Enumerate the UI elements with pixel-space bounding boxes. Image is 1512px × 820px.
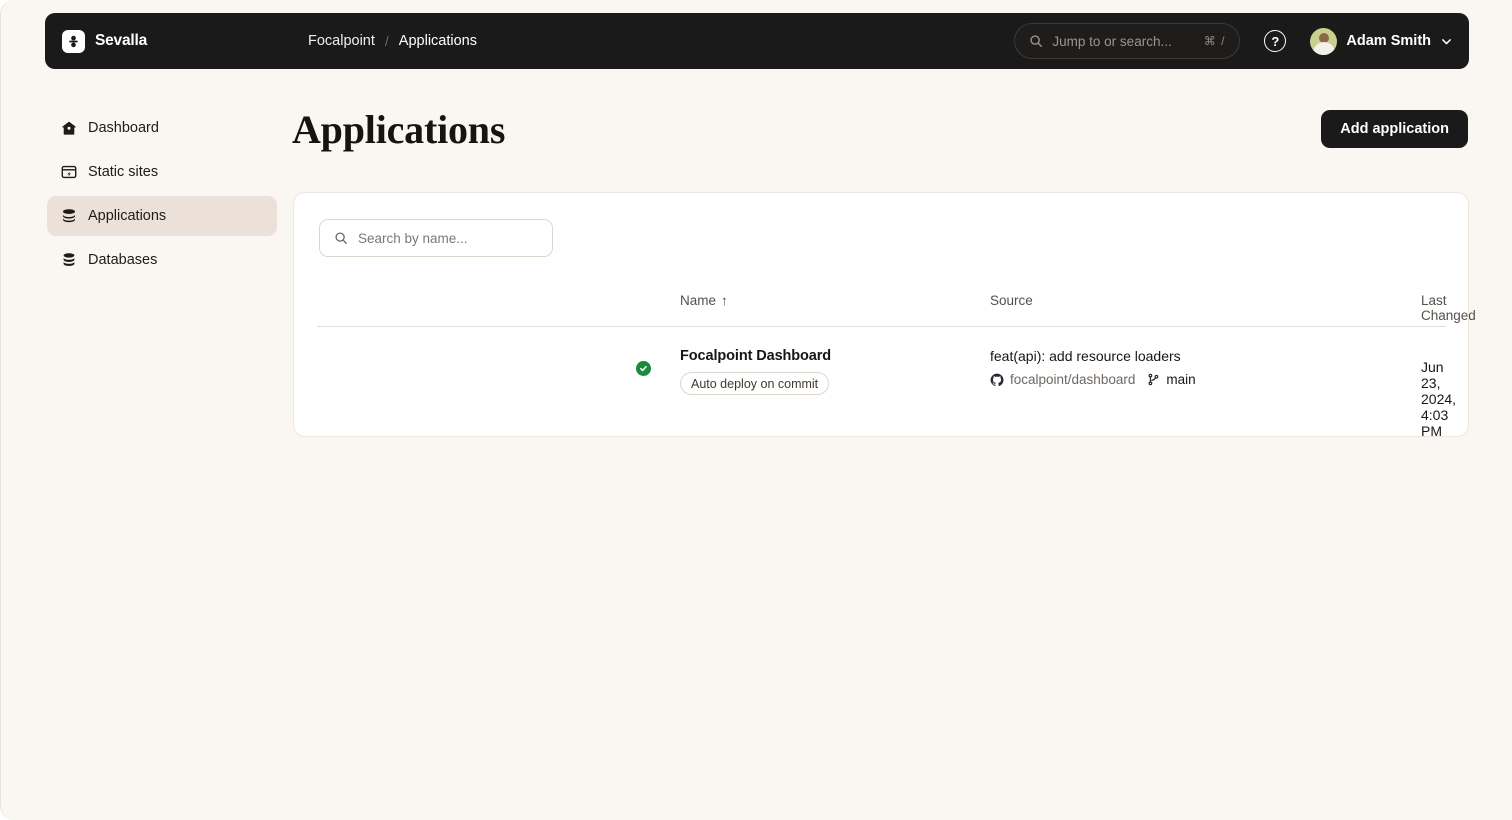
column-header-label: Source [990,293,1033,308]
sidebar-item-label: Applications [88,208,167,224]
auto-deploy-badge: Auto deploy on commit [680,372,830,395]
global-search-placeholder: Jump to or search... [1052,33,1172,49]
search-input-placeholder: Search by name... [358,230,468,246]
branch-name: main [1166,372,1196,387]
topbar-right-cluster: Jump to or search... ⌘ / ? Adam Smith [1014,23,1453,59]
chevron-down-icon [1440,35,1453,48]
application-name[interactable]: Focalpoint Dashboard [680,348,831,364]
breadcrumb-item-organization[interactable]: Focalpoint [308,33,375,49]
sort-ascending-icon: ↑ [721,293,728,308]
commit-message: feat(api): add resource loaders [990,348,1181,364]
breadcrumb-separator: / [384,33,389,49]
check-circle-icon [636,361,651,376]
avatar [1310,27,1338,55]
sidebar-item-static-sites[interactable]: Static sites [47,152,277,192]
applications-layers-icon [61,208,77,224]
home-icon [61,120,77,136]
search-icon [334,231,348,245]
sidebar-navigation: Dashboard Static sites Applications Data… [47,108,277,284]
help-icon[interactable]: ? [1264,30,1287,52]
repository-line: focalpoint/dashboard main [990,372,1196,387]
page-title: Applications [292,107,506,152]
global-search-input[interactable]: Jump to or search... ⌘ / [1014,23,1241,59]
static-site-icon [61,164,77,180]
table-row[interactable]: Focalpoint Dashboard Auto deploy on comm… [317,333,1456,439]
column-header-last-changed[interactable]: Last Changed [1421,293,1476,323]
cell-last-changed: Jun 23, 2024, 4:03 PM [1421,359,1457,439]
github-icon [990,373,1004,387]
user-name: Adam Smith [1346,33,1431,49]
top-navigation-bar: Sevalla Focalpoint / Applications Jump t… [45,13,1469,69]
add-application-button[interactable]: Add application [1321,110,1468,148]
table-header-row: Name ↑ Source Last Changed [317,293,1476,327]
column-header-name[interactable]: Name ↑ [680,293,728,308]
sevalla-logo-icon [62,29,85,53]
app-root: Sevalla Focalpoint / Applications Jump t… [0,0,1512,820]
breadcrumb: Focalpoint / Applications [308,33,477,49]
git-branch-icon [1147,373,1160,386]
sidebar-item-label: Dashboard [88,120,159,136]
sidebar-item-label: Databases [88,252,158,268]
sidebar-item-databases[interactable]: Databases [47,240,277,280]
cell-source: feat(api): add resource loaders focalpoi… [990,348,1196,387]
repository-name[interactable]: focalpoint/dashboard [1010,372,1135,387]
search-shortcut-hint: ⌘ / [1203,34,1226,48]
sidebar-item-dashboard[interactable]: Dashboard [47,108,277,148]
column-header-source[interactable]: Source [990,293,1033,308]
brand-name: Sevalla [95,32,148,49]
user-menu[interactable]: Adam Smith [1310,27,1453,55]
column-header-label: Name [680,293,717,308]
brand-logo[interactable]: Sevalla [62,29,302,53]
cell-application-name: Focalpoint Dashboard Auto deploy on comm… [680,348,831,395]
search-input[interactable]: Search by name... [319,219,553,257]
sidebar-item-label: Static sites [88,164,159,180]
database-icon [61,252,77,268]
search-icon [1029,34,1043,48]
column-header-label: Last Changed [1421,293,1476,323]
applications-card: Search by name... Name ↑ Source Last Cha… [293,192,1476,439]
breadcrumb-item-applications[interactable]: Applications [399,33,477,49]
sidebar-item-applications[interactable]: Applications [47,196,277,236]
